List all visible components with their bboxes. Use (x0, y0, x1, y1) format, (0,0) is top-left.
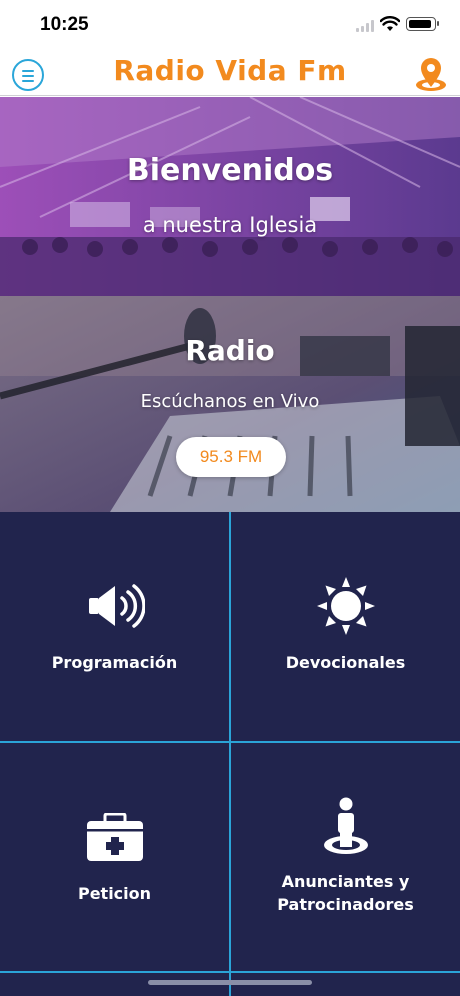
grid-item-programacion[interactable]: Programación (0, 512, 229, 741)
status-bar: 10:25 (0, 0, 460, 50)
church-photo (0, 97, 460, 296)
church-banner-subtitle: a nuestra Iglesia (142, 213, 318, 237)
grid-label-anunciantes-line2: Patrocinadores (277, 895, 414, 914)
grid-label-programacion: Programación (51, 653, 178, 672)
person-pedestal-icon (323, 797, 368, 854)
sun-icon (316, 577, 375, 635)
grid-divider-vertical (229, 512, 231, 996)
grid-label-anunciantes: Anunciantes y Patrocinadores (231, 870, 460, 916)
grid-label-devocionales: Devocionales (285, 653, 406, 672)
app-title: Radio Vida Fm (113, 54, 347, 87)
battery-icon (406, 17, 439, 31)
grid-label-peticion: Peticion (77, 884, 152, 903)
wifi-icon (380, 16, 400, 31)
frequency-button[interactable]: 95.3 FM (176, 437, 286, 477)
nav-bar: Radio Vida Fm (0, 50, 460, 96)
church-banner-title: Bienvenidos (126, 153, 334, 188)
location-pin-icon[interactable] (414, 56, 448, 92)
church-banner[interactable]: Bienvenidos a nuestra Iglesia (0, 97, 460, 296)
grid-divider-horizontal (0, 741, 460, 743)
status-time: 10:25 (40, 14, 89, 35)
grid-item-anunciantes[interactable]: Anunciantes y Patrocinadores (231, 742, 460, 972)
speaker-icon (88, 584, 145, 628)
radio-banner-title: Radio (185, 334, 275, 367)
grid-divider-horizontal-bottom (0, 971, 460, 973)
grid-item-peticion[interactable]: Peticion (0, 742, 229, 972)
first-aid-kit-icon (86, 813, 143, 861)
radio-banner-subtitle: Escúchanos en Vivo (140, 391, 320, 412)
radio-banner[interactable]: Radio Escúchanos en Vivo 95.3 FM (0, 296, 460, 512)
cellular-signal-icon (356, 20, 374, 32)
menu-grid: Programación Devocionales Peticion Anunc… (0, 512, 460, 996)
home-indicator[interactable] (148, 980, 312, 985)
grid-label-anunciantes-line1: Anunciantes y (281, 872, 410, 891)
grid-item-devocionales[interactable]: Devocionales (231, 512, 460, 741)
